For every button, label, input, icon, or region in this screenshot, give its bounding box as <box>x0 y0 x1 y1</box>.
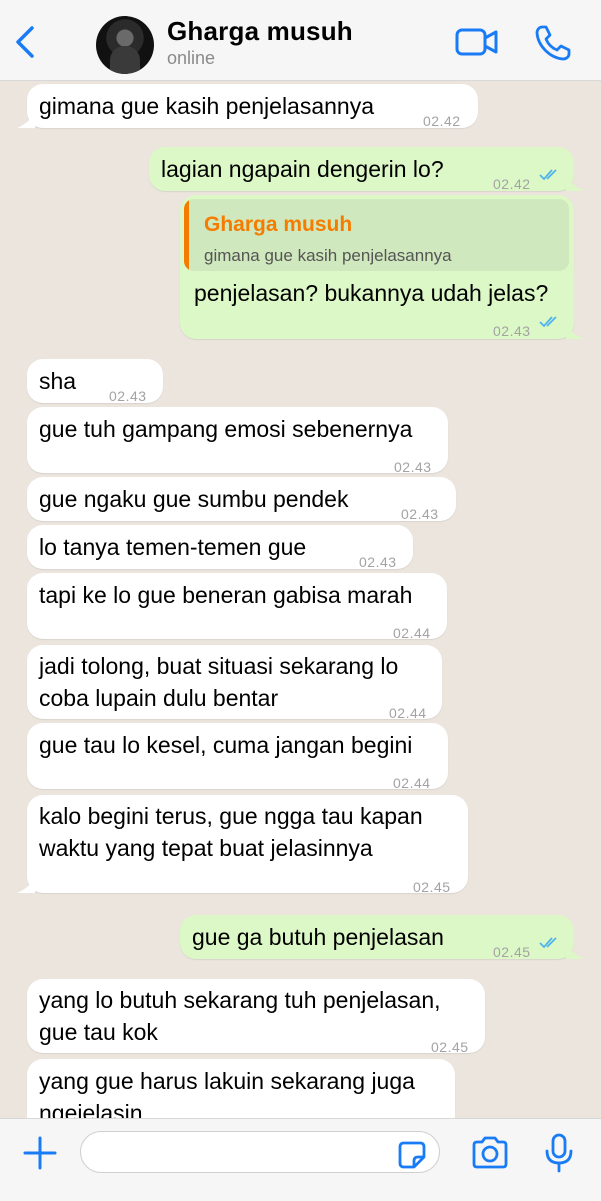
incoming-message[interactable]: yang gue harus lakuin sekarang juga ngej… <box>27 1059 455 1118</box>
read-ticks-icon <box>539 937 557 949</box>
bubble-tail <box>17 114 35 128</box>
quoted-text: gimana gue kasih penjelasannya <box>204 246 452 265</box>
incoming-message[interactable]: yang lo butuh sekarang tuh penjelasan, g… <box>27 979 485 1055</box>
read-ticks-icon <box>539 169 557 181</box>
message-text-line-2: waktu yang tepat buat jelasinnya <box>39 835 373 861</box>
incoming-message[interactable]: gimana gue kasih penjelasannya 02.42 <box>17 84 478 129</box>
incoming-message[interactable]: sha 02.43 <box>27 359 163 404</box>
message-text: gimana gue kasih penjelasannya <box>39 93 375 119</box>
plus-icon[interactable] <box>22 1135 58 1171</box>
incoming-message[interactable]: tapi ke lo gue beneran gabisa marah 02.4… <box>27 573 447 641</box>
message-text: tapi ke lo gue beneran gabisa marah <box>39 582 413 608</box>
message-text-line-1: kalo begini terus, gue ngga tau kapan <box>39 803 423 829</box>
message-text: gue tuh gampang emosi sebenernya <box>39 416 413 442</box>
message-time: 02.45 <box>413 879 451 895</box>
incoming-message[interactable]: lo tanya temen-temen gue 02.43 <box>27 525 413 570</box>
message-text-line-1: jadi tolong, buat situasi sekarang lo <box>39 653 399 679</box>
message-list[interactable]: gimana gue kasih penjelasannya 02.42 lag… <box>0 80 601 1118</box>
message-text-line-2: ngejelasin <box>39 1100 143 1118</box>
message-text-line-2: coba lupain dulu bentar <box>39 685 279 711</box>
message-time: 02.43 <box>493 323 531 339</box>
camera-icon[interactable] <box>470 1135 510 1171</box>
chat-header: Gharga musuh online <box>0 0 601 81</box>
phone-call-icon[interactable] <box>534 24 572 62</box>
message-time: 02.45 <box>493 944 531 960</box>
message-text-line-2: gue tau kok <box>39 1019 158 1045</box>
outgoing-reply-message[interactable]: Gharga musuh gimana gue kasih penjelasan… <box>180 195 584 339</box>
message-text: penjelasan? bukannya udah jelas? <box>194 280 549 306</box>
incoming-message[interactable]: gue tau lo kesel, cuma jangan begini 02.… <box>27 723 448 791</box>
message-text: gue tau lo kesel, cuma jangan begini <box>39 732 413 758</box>
quoted-message[interactable]: Gharga musuh gimana gue kasih penjelasan… <box>184 199 569 271</box>
quote-accent-bar <box>184 199 189 271</box>
microphone-icon[interactable] <box>543 1133 575 1173</box>
incoming-message[interactable]: jadi tolong, buat situasi sekarang lo co… <box>27 645 442 721</box>
sticker-icon[interactable] <box>396 1139 428 1171</box>
incoming-message[interactable]: kalo begini terus, gue ngga tau kapan wa… <box>17 795 468 895</box>
quoted-sender-name: Gharga musuh <box>204 213 353 236</box>
read-ticks-icon <box>539 316 557 328</box>
contact-status: online <box>167 48 216 68</box>
message-text: gue ngaku gue sumbu pendek <box>39 486 349 512</box>
outgoing-message[interactable]: lagian ngapain dengerin lo? 02.42 <box>149 147 584 192</box>
contact-name[interactable]: Gharga musuh <box>167 16 353 47</box>
incoming-message[interactable]: gue ngaku gue sumbu pendek 02.43 <box>27 477 456 522</box>
bubble-tail <box>566 945 584 959</box>
incoming-message[interactable]: gue tuh gampang emosi sebenernya 02.43 <box>27 407 448 475</box>
bubble-tail <box>566 177 584 191</box>
message-input[interactable] <box>80 1131 440 1173</box>
message-text: lo tanya temen-temen gue <box>39 534 307 560</box>
composer-bar <box>0 1118 601 1201</box>
contact-avatar[interactable] <box>96 16 154 74</box>
bubble-tail <box>566 325 584 339</box>
message-time: 02.45 <box>401 1107 439 1118</box>
bubble-tail <box>17 879 35 893</box>
video-call-icon[interactable] <box>455 26 499 58</box>
message-text-line-1: yang gue harus lakuin sekarang juga <box>39 1068 415 1094</box>
outgoing-message[interactable]: gue ga butuh penjelasan 02.45 <box>180 915 584 960</box>
message-text-line-1: yang lo butuh sekarang tuh penjelasan, <box>39 987 441 1013</box>
message-time: 02.42 <box>423 113 461 129</box>
back-chevron-icon[interactable] <box>10 24 42 60</box>
